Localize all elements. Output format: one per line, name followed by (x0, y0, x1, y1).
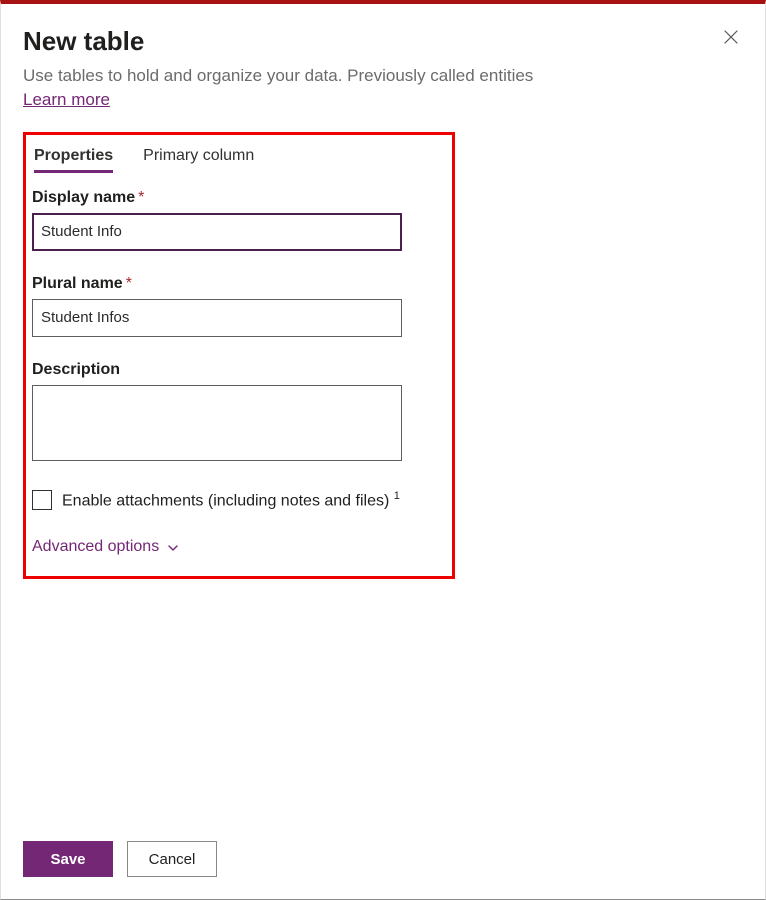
required-marker: * (138, 189, 144, 206)
display-name-field: Display name* (32, 189, 446, 251)
enable-attachments-checkbox[interactable] (32, 490, 52, 510)
chevron-down-icon (167, 541, 179, 553)
display-name-label: Display name* (32, 189, 446, 207)
tab-properties[interactable]: Properties (34, 141, 113, 171)
required-marker: * (126, 275, 132, 292)
plural-name-label: Plural name* (32, 275, 446, 293)
plural-name-label-text: Plural name (32, 275, 123, 292)
plural-name-input[interactable] (32, 299, 402, 337)
tab-strip: Properties Primary column (32, 141, 446, 171)
display-name-label-text: Display name (32, 189, 135, 206)
save-button[interactable]: Save (23, 841, 113, 877)
display-name-input[interactable] (32, 213, 402, 251)
properties-highlight-box: Properties Primary column Display name* … (23, 132, 455, 579)
panel-title: New table (23, 26, 743, 57)
cancel-button[interactable]: Cancel (127, 841, 217, 877)
description-input[interactable] (32, 385, 402, 461)
enable-attachments-label: Enable attachments (including notes and … (62, 490, 400, 510)
footnote-marker: 1 (394, 490, 400, 502)
panel-subtitle: Use tables to hold and organize your dat… (23, 65, 743, 88)
enable-attachments-row: Enable attachments (including notes and … (32, 490, 446, 510)
tab-primary-column[interactable]: Primary column (143, 141, 254, 171)
description-field: Description (32, 361, 446, 466)
close-icon (723, 29, 739, 48)
learn-more-link[interactable]: Learn more (23, 90, 110, 110)
description-label: Description (32, 361, 446, 379)
plural-name-field: Plural name* (32, 275, 446, 337)
advanced-options-label: Advanced options (32, 538, 159, 556)
close-button[interactable] (719, 26, 743, 50)
enable-attachments-label-text: Enable attachments (including notes and … (62, 492, 389, 509)
footer-actions: Save Cancel (23, 841, 217, 877)
advanced-options-toggle[interactable]: Advanced options (32, 538, 179, 556)
